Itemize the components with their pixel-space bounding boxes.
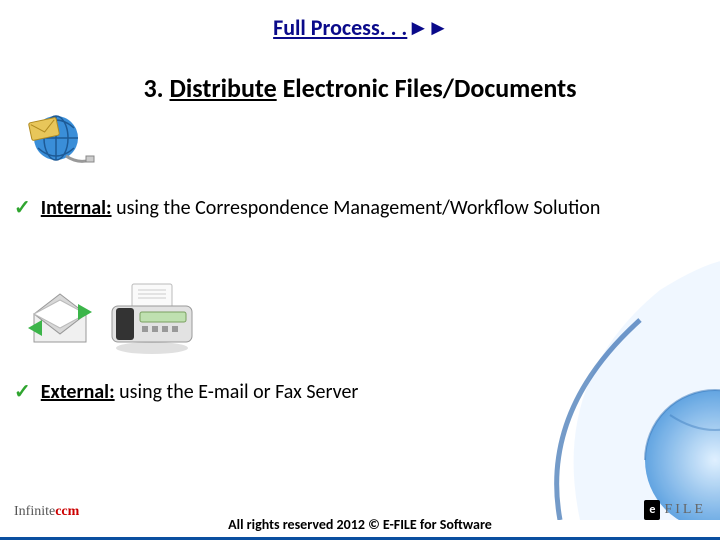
logo-efile: e FILE bbox=[644, 500, 706, 520]
background-globe-swoosh bbox=[540, 260, 720, 520]
check-icon: ✓ bbox=[14, 382, 31, 402]
subtitle-highlight: Distribute bbox=[170, 72, 277, 104]
bullet-label: Internal: bbox=[41, 196, 112, 220]
bullet-internal: ✓ Internal: using the Correspondence Man… bbox=[14, 196, 600, 220]
subtitle: 3. Distribute Electronic Files/Documents bbox=[0, 72, 720, 104]
copyright-text: All rights reserved 2012 © E-FILE for So… bbox=[228, 516, 492, 533]
envelope-icon bbox=[28, 292, 92, 348]
fax-machine-icon bbox=[106, 282, 198, 358]
logo-infinite: Infiniteccm bbox=[14, 504, 79, 520]
subtitle-rest: Electronic Files/Documents bbox=[277, 72, 577, 104]
logo-right-box: e bbox=[644, 500, 660, 520]
logo-left-a: Infinite bbox=[14, 504, 55, 519]
subtitle-number: 3. bbox=[144, 72, 170, 104]
logo-left-b: ccm bbox=[55, 504, 79, 519]
bullet-desc: using the Correspondence Management/Work… bbox=[112, 196, 601, 220]
globe-email-icon bbox=[28, 112, 98, 168]
bullet-external: ✓ External: using the E-mail or Fax Serv… bbox=[14, 380, 358, 404]
check-icon: ✓ bbox=[14, 198, 31, 218]
bullet-text: External: using the E-mail or Fax Server bbox=[41, 380, 359, 404]
bullet-desc: using the E-mail or Fax Server bbox=[115, 380, 359, 404]
slide: Full Process. . .►► 3. Distribute Electr… bbox=[0, 0, 720, 540]
page-title: Full Process. . .►► bbox=[0, 14, 720, 41]
bullet-label: External: bbox=[41, 380, 115, 404]
bullet-text: Internal: using the Correspondence Manag… bbox=[41, 196, 601, 220]
title-text: Full Process. . . bbox=[273, 14, 407, 41]
title-arrows: ►► bbox=[407, 14, 447, 41]
logo-right-text: FILE bbox=[664, 502, 706, 518]
